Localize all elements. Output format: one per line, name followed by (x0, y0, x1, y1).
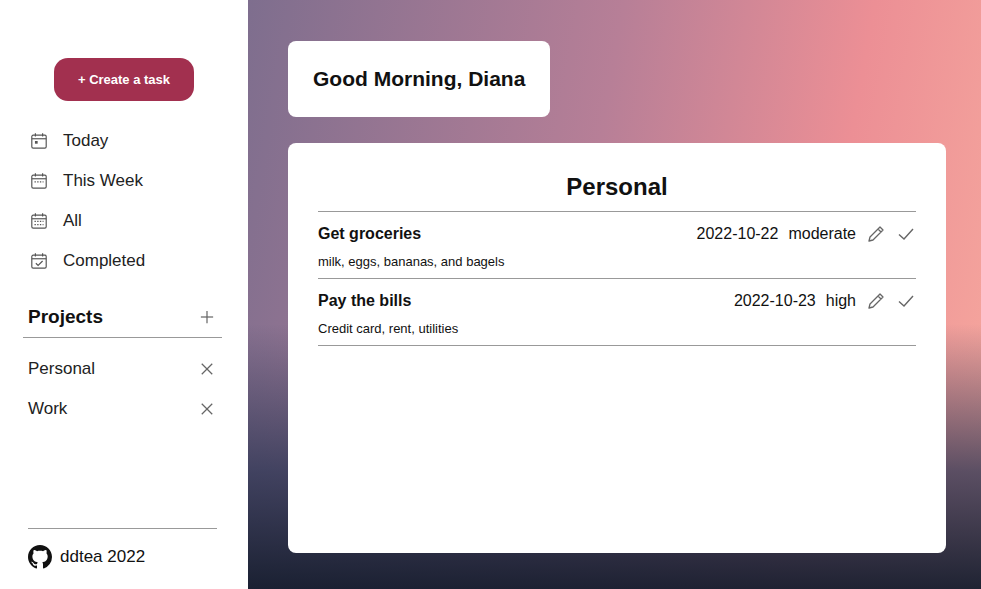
nav-item[interactable]: Completed (0, 241, 248, 281)
task-title: Get groceries (318, 225, 421, 243)
footer-text: ddtea 2022 (60, 547, 145, 567)
nav-item[interactable]: All (0, 201, 248, 241)
task-date: 2022-10-22 (697, 225, 779, 243)
sidebar: + Create a task Today This Week All Comp… (0, 0, 248, 589)
nav-list: Today This Week All Completed (0, 121, 248, 281)
background-photo: Good Morning, Diana Personal Get groceri… (248, 0, 981, 589)
project-item[interactable]: Work (0, 389, 248, 429)
check-icon[interactable] (896, 224, 916, 244)
task-row: Get groceries 2022-10-22 moderate milk, … (318, 212, 916, 279)
task-description: Credit card, rent, utilities (318, 321, 916, 336)
calendar-icon (30, 212, 48, 230)
task-description: milk, eggs, bananas, and bagels (318, 254, 916, 269)
create-task-button[interactable]: + Create a task (54, 58, 194, 101)
nav-label: Today (63, 131, 108, 151)
task-list: Get groceries 2022-10-22 moderate milk, … (318, 211, 916, 346)
project-label: Work (28, 399, 67, 419)
plus-icon[interactable] (200, 310, 214, 324)
nav-item[interactable]: This Week (0, 161, 248, 201)
task-title: Pay the bills (318, 292, 411, 310)
nav-item[interactable]: Today (0, 121, 248, 161)
nav-label: All (63, 211, 82, 231)
project-title: Personal (318, 173, 916, 201)
github-icon[interactable] (28, 545, 52, 569)
task-priority: high (826, 292, 856, 310)
nav-label: Completed (63, 251, 145, 271)
footer: ddtea 2022 (28, 528, 217, 589)
greeting-card: Good Morning, Diana (288, 41, 550, 117)
close-icon[interactable] (200, 362, 214, 376)
project-item[interactable]: Personal (0, 349, 248, 389)
check-icon[interactable] (896, 291, 916, 311)
project-list: Personal Work (0, 349, 248, 429)
calendar-icon (30, 252, 48, 270)
pencil-icon[interactable] (866, 224, 886, 244)
project-label: Personal (28, 359, 95, 379)
projects-header: Projects (23, 296, 222, 338)
task-priority: moderate (788, 225, 856, 243)
calendar-icon (30, 132, 48, 150)
nav-label: This Week (63, 171, 143, 191)
projects-title: Projects (28, 306, 103, 328)
pencil-icon[interactable] (866, 291, 886, 311)
calendar-icon (30, 172, 48, 190)
project-card: Personal Get groceries 2022-10-22 modera… (288, 143, 946, 553)
app: + Create a task Today This Week All Comp… (0, 0, 981, 589)
task-date: 2022-10-23 (734, 292, 816, 310)
task-row: Pay the bills 2022-10-23 high Credit car… (318, 279, 916, 346)
close-icon[interactable] (200, 402, 214, 416)
